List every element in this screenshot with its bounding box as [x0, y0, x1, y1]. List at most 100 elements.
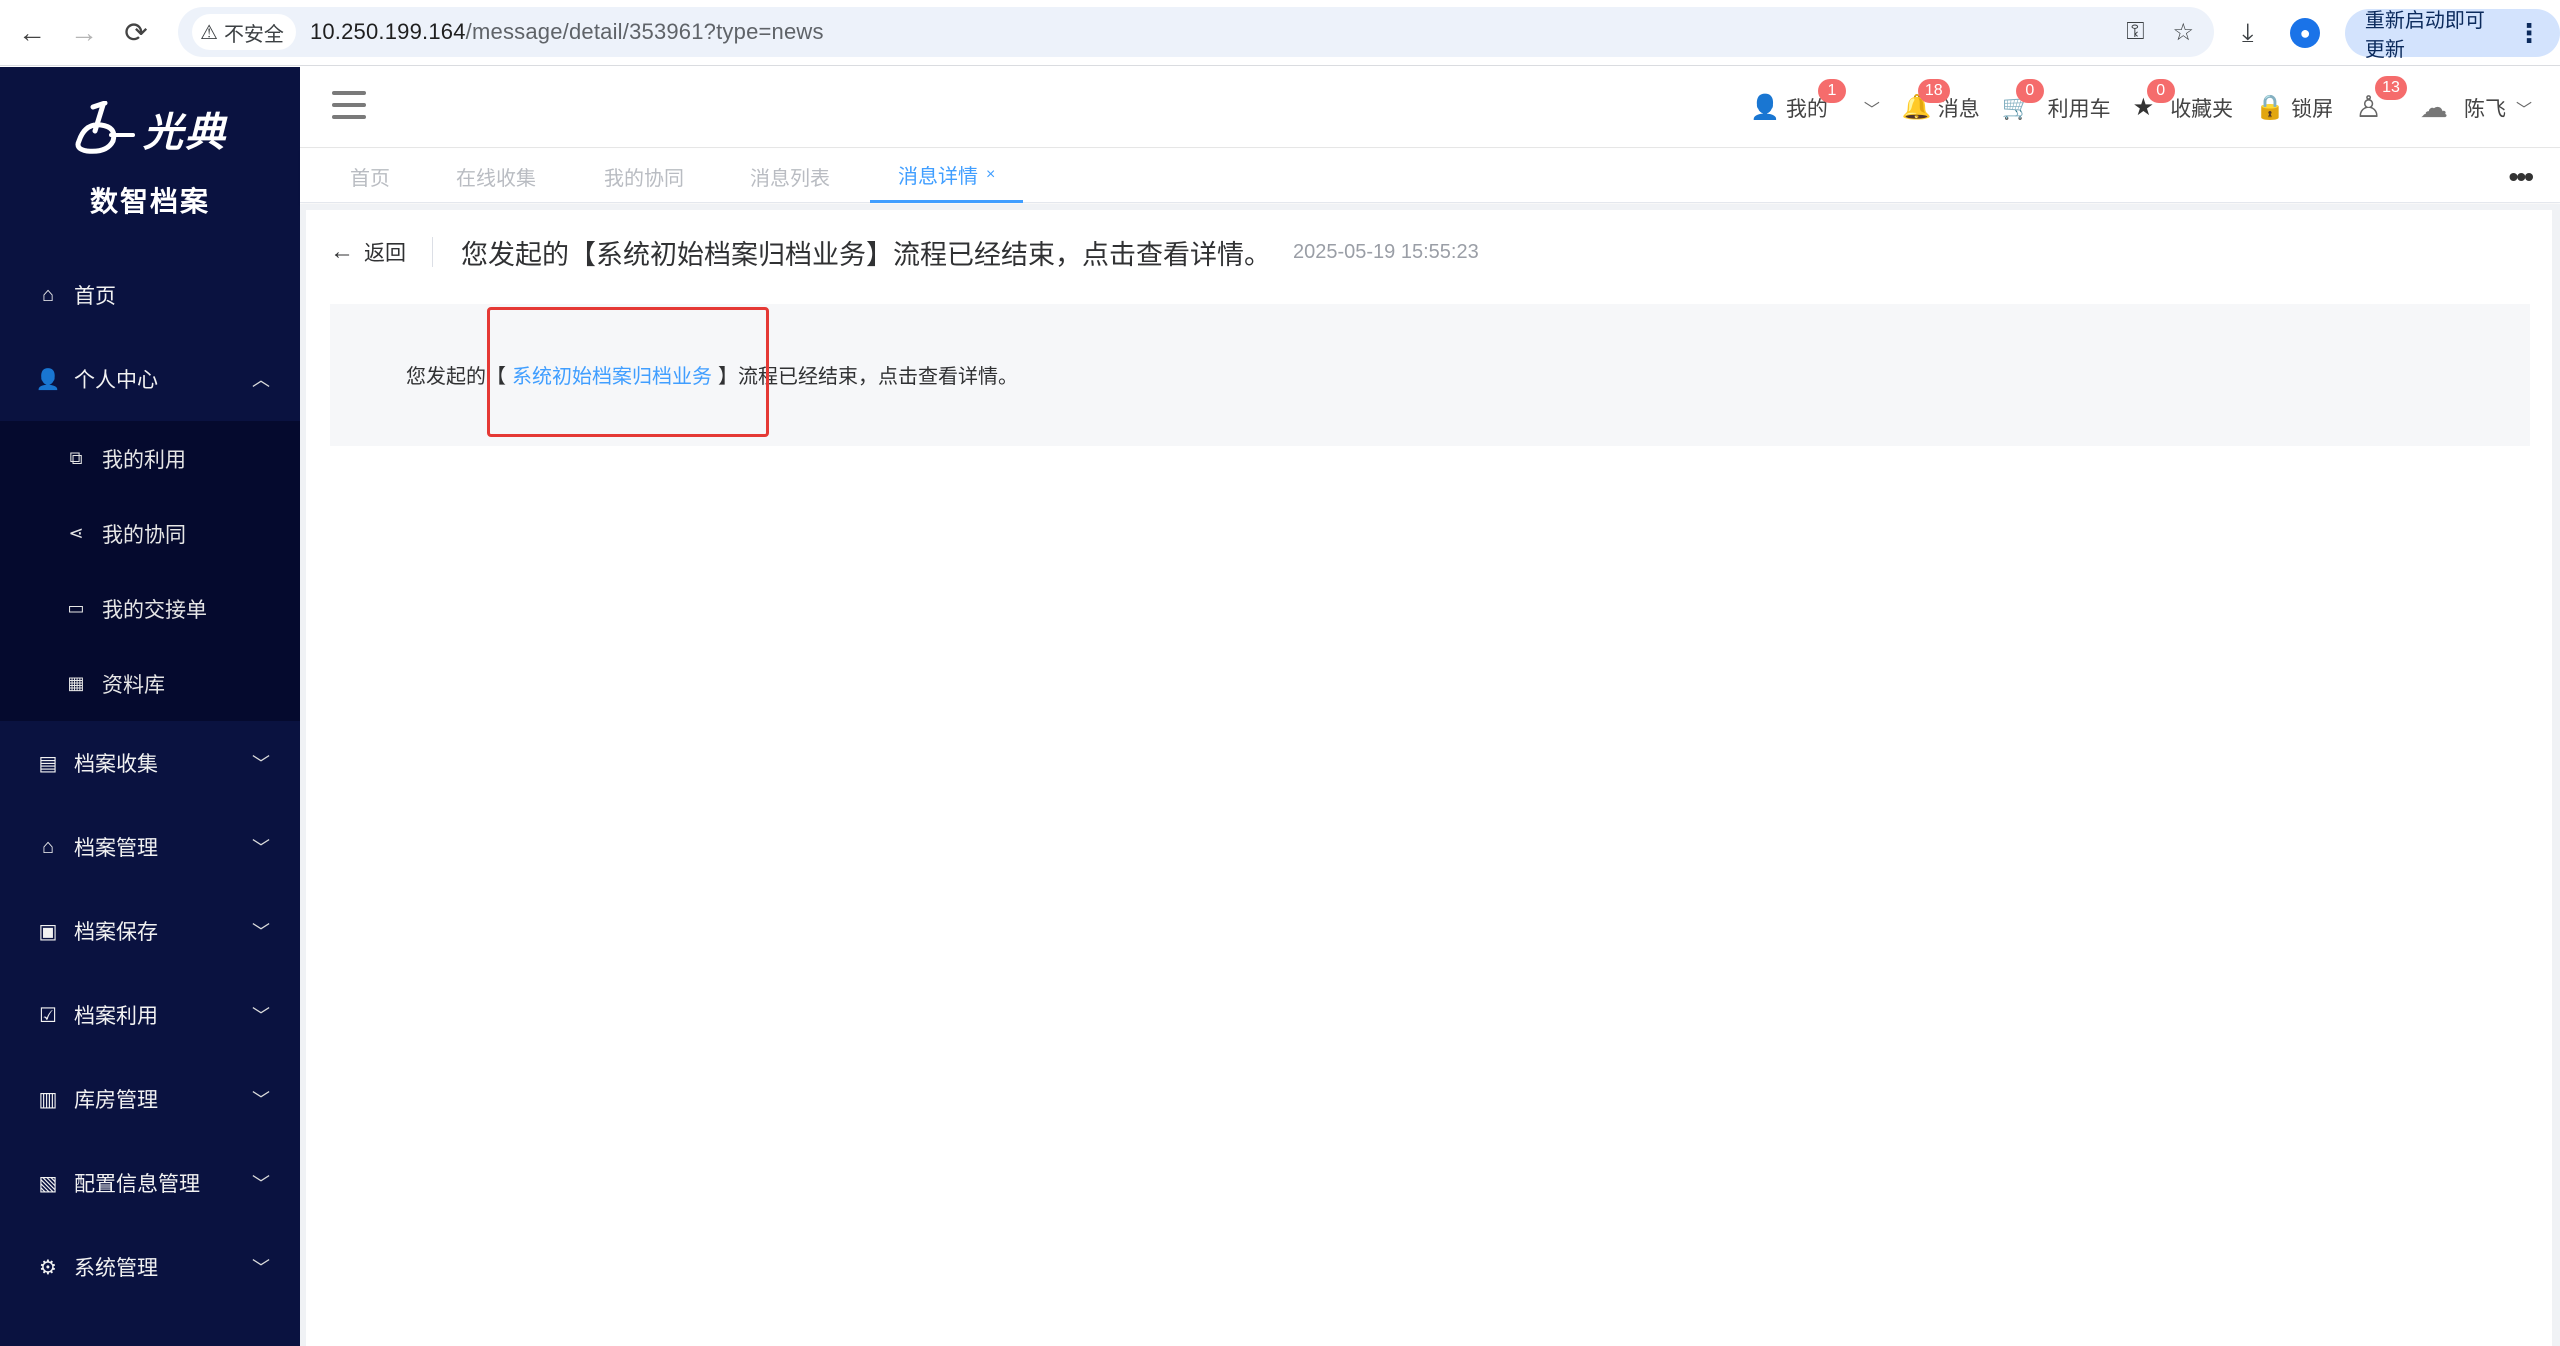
sidebar: 光典 数智档案 ⌂ 首页 👤 个人中心 ︿ ⧉ 我的利用 ⋖ 我的协同 ▭ 我的… [0, 67, 300, 1346]
forward-arrow-icon[interactable]: → [64, 13, 104, 53]
sidebar-item-personal-center[interactable]: 👤 个人中心 ︿ [0, 337, 300, 421]
security-chip[interactable]: ⚠ 不安全 [192, 14, 296, 50]
tab-label: 消息详情 [898, 166, 978, 188]
user-name: 陈飞 [2463, 97, 2506, 121]
bookmark-star-icon[interactable]: ☆ [2172, 18, 2194, 47]
calendar-icon: ▦ [67, 673, 85, 693]
main-content: ← 返回 您发起的【系统初始档案归档业务】流程已经结束，点击查看详情。 2025… [300, 204, 2560, 1346]
top-navbar: 👤 我的 1 ﹀ 🔔 18 消息 🛒 0 利用车 ★ 0 收藏夹 🔒 锁屏 ♙ … [300, 67, 2560, 148]
url-host: 10.250.199.164 [309, 19, 466, 44]
sidebar-item-label: 档案管理 [74, 837, 158, 860]
tab-label: 消息列表 [750, 167, 830, 190]
update-button[interactable]: 重新启动即可更新 ⋮ [2344, 9, 2560, 61]
sidebar-item-home[interactable]: ⌂ 首页 [0, 253, 300, 337]
office-icon: ▥ [38, 1088, 58, 1111]
address-bar[interactable]: ⚠ 不安全 10.250.199.164/message/detail/3539… [178, 7, 2214, 57]
page-header: ← 返回 您发起的【系统初始档案归档业务】流程已经结束，点击查看详情。 2025… [330, 232, 1479, 272]
system-name: 数智档案 [89, 186, 210, 217]
back-label: 返回 [364, 242, 406, 265]
chevron-down-icon: ﹀ [252, 1258, 270, 1278]
cloud-avatar-icon: ☁ [2419, 92, 2448, 123]
kebab-menu-icon: ⋮ [2515, 17, 2542, 48]
sidebar-item-label: 档案收集 [74, 753, 158, 776]
lock-screen-button[interactable]: 🔒 锁屏 [2255, 93, 2333, 123]
chevron-down-icon: ﹀ [252, 922, 270, 942]
bank-icon: ⌂ [41, 835, 55, 858]
sidebar-item-my-usage[interactable]: ⧉ 我的利用 [0, 421, 300, 496]
sidebar-item-system-management[interactable]: ⚙ 系统管理 ﹀ [0, 1225, 300, 1309]
cart-label: 利用车 [2047, 97, 2111, 121]
browser-toolbar: ← → ⟳ ⚠ 不安全 10.250.199.164/message/detai… [0, 0, 2560, 66]
messages-button[interactable]: 🔔 18 消息 [1902, 78, 1980, 123]
home-icon: ⌂ [41, 283, 55, 306]
logo-text: 光典 [143, 111, 227, 155]
gear-icon: ⚙ [39, 1256, 57, 1279]
tab-message-list[interactable]: 消息列表 [750, 149, 830, 203]
tab-online-collection[interactable]: 在线收集 [456, 149, 536, 203]
sidebar-item-label: 库房管理 [74, 1089, 158, 1112]
sidebar-item-label: 我的交接单 [102, 598, 207, 622]
password-key-icon[interactable]: ⚿ [2126, 18, 2144, 46]
sidebar-item-label: 我的协同 [102, 523, 186, 547]
reload-icon[interactable]: ⟳ [116, 13, 156, 53]
sidebar-item-label: 我的利用 [102, 448, 186, 472]
tab-message-detail[interactable]: 消息详情 × [870, 149, 1024, 203]
cart-button[interactable]: 🛒 0 利用车 [2002, 78, 2111, 123]
url-text[interactable]: 10.250.199.164/message/detail/353961?typ… [310, 19, 824, 45]
tab-home[interactable]: 首页 [350, 149, 390, 203]
sidebar-item-label: 资料库 [102, 673, 165, 697]
favorites-label: 收藏夹 [2170, 97, 2234, 121]
sidebar-item-my-handover[interactable]: ▭ 我的交接单 [0, 571, 300, 646]
more-horizontal-icon[interactable]: ••• [2509, 161, 2534, 193]
tab-my-collaboration[interactable]: 我的协同 [604, 149, 684, 203]
sidebar-item-label: 系统管理 [74, 1257, 158, 1280]
message-timestamp: 2025-05-19 15:55:23 [1293, 240, 1479, 263]
favorites-badge: 0 [2146, 78, 2175, 103]
logo-mark-icon [75, 101, 135, 154]
back-arrow-icon[interactable]: ← [12, 13, 52, 53]
chevron-down-icon: ﹀ [252, 1090, 270, 1110]
update-button-label: 重新启动即可更新 [2364, 10, 2485, 61]
sidebar-item-archive-usage[interactable]: ☑ 档案利用 ﹀ [0, 973, 300, 1057]
mine-menu[interactable]: 👤 我的 1 ﹀ [1750, 78, 1880, 123]
sidebar-item-label: 档案利用 [74, 1005, 158, 1028]
sidebar-item-library[interactable]: ▦ 资料库 [0, 646, 300, 721]
share-icon: ⋖ [68, 523, 84, 543]
profile-icon[interactable]: ● [2287, 13, 2322, 53]
favorites-button[interactable]: ★ 0 收藏夹 [2133, 78, 2234, 123]
message-text: 您发起的 【 系统初始档案归档业务 】 流程已经结束，点击查看详情。 [406, 360, 1018, 389]
download-icon[interactable]: ⤓ [2230, 13, 2265, 53]
sidebar-item-archive-storage[interactable]: ▣ 档案保存 ﹀ [0, 889, 300, 973]
tab-label: 在线收集 [456, 167, 536, 190]
sidebar-item-archive-management[interactable]: ⌂ 档案管理 ﹀ [0, 805, 300, 889]
chevron-down-icon: ﹀ [252, 1174, 270, 1194]
user-menu[interactable]: ☁ 陈飞 ﹀ [2420, 91, 2532, 124]
chevron-down-icon: ﹀ [252, 838, 270, 858]
logo: 光典 [73, 100, 227, 158]
messages-badge: 18 [1917, 78, 1950, 103]
detail-card: ← 返回 您发起的【系统初始档案归档业务】流程已经结束，点击查看详情。 2025… [306, 210, 2552, 1346]
sidebar-item-my-collaboration[interactable]: ⋖ 我的协同 [0, 496, 300, 571]
clipboard-check-icon: ☑ [39, 1004, 57, 1027]
sidebar-item-label: 个人中心 [74, 369, 158, 392]
hamburger-menu-icon[interactable] [332, 91, 366, 119]
users-badge: 13 [2375, 76, 2407, 100]
url-path: /message/detail/353961?type=news [465, 19, 824, 44]
warning-icon: ⚠ [200, 21, 218, 44]
message-suffix: 流程已经结束，点击查看详情。 [738, 366, 1018, 388]
close-icon[interactable]: × [986, 166, 995, 184]
security-label: 不安全 [223, 23, 284, 46]
sidebar-item-label: 配置信息管理 [74, 1173, 200, 1196]
logo-area: 光典 数智档案 [0, 67, 300, 253]
tab-label: 我的协同 [604, 167, 684, 190]
message-body: 您发起的 【 系统初始档案归档业务 】 流程已经结束，点击查看详情。 [330, 304, 2530, 446]
page-title: 您发起的【系统初始档案归档业务】流程已经结束，点击查看详情。 [461, 239, 1271, 270]
sidebar-item-config-management[interactable]: ▧ 配置信息管理 ﹀ [0, 1141, 300, 1225]
chevron-down-icon: ﹀ [252, 754, 270, 774]
back-button[interactable]: ← 返回 [330, 237, 433, 267]
tabs-bar: 首页 在线收集 我的协同 消息列表 消息详情 × ••• [300, 149, 2560, 203]
sidebar-item-warehouse-management[interactable]: ▥ 库房管理 ﹀ [0, 1057, 300, 1141]
business-link[interactable]: 系统初始档案归档业务 [512, 360, 712, 389]
online-users-button[interactable]: ♙ 13 [2355, 76, 2407, 125]
sidebar-item-archive-collection[interactable]: ▤ 档案收集 ﹀ [0, 721, 300, 805]
